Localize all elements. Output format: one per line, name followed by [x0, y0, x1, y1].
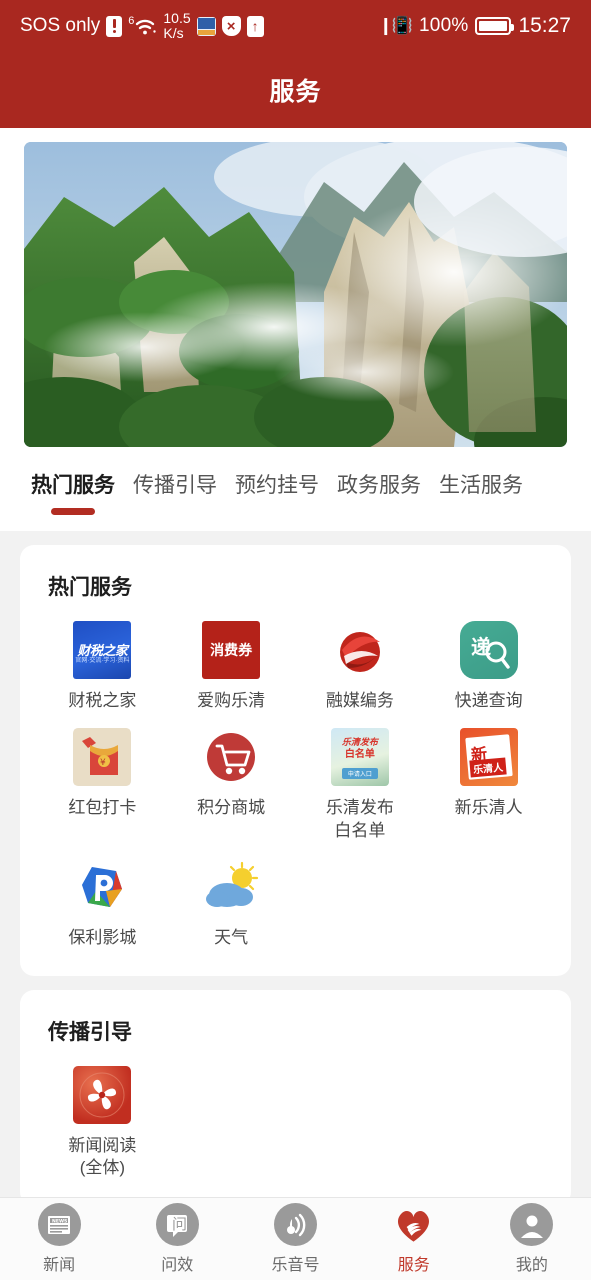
- battery-percent-label: 100%: [419, 15, 469, 36]
- leqingfabu-baimingdan-app-icon: 乐清发布 白名单申请入口: [330, 728, 389, 787]
- service-tile-label: 积分商城: [197, 798, 266, 818]
- tab-2[interactable]: 预约挂号: [226, 469, 328, 515]
- network-speed-unit: K/s: [163, 25, 184, 41]
- section-title: 传播引导: [48, 1020, 132, 1044]
- status-bar-left: SOS only 6 10.5 K/s: [20, 11, 379, 40]
- service-tile[interactable]: ¥ 红包打卡: [38, 728, 167, 842]
- network-speed-value: 10.5: [163, 10, 191, 27]
- carrier-label: SOS only: [20, 15, 101, 36]
- category-tabs[interactable]: 热门服务 传播引导 预约挂号 政务服务 生活服务: [0, 447, 591, 531]
- icon-text-line1: 乐清发布: [341, 737, 378, 748]
- service-tile[interactable]: 乐清发布 白名单申请入口乐清发布 白名单: [296, 728, 425, 842]
- feedback-bubble-icon: 问: [155, 1203, 199, 1246]
- service-tile[interactable]: 积分商城: [167, 728, 296, 842]
- upload-arrow-icon: [246, 15, 264, 37]
- service-grid: 新闻阅读 (全体): [38, 1065, 553, 1180]
- service-tile-label: 财税之家: [68, 691, 137, 710]
- bottom-navigation[interactable]: NEWS 新闻问问效 乐音号 服务 我的: [0, 1197, 591, 1280]
- clock-label: 15:27: [518, 14, 571, 37]
- jifenshangcheng-app-icon: [202, 728, 261, 787]
- shield-blocked-icon: [221, 16, 241, 36]
- svg-text:问: 问: [172, 1215, 187, 1233]
- hero-banner-image[interactable]: [24, 142, 567, 447]
- kuaidichaxun-app-icon: 递: [459, 621, 518, 679]
- page-title: 服务: [269, 78, 322, 106]
- nav-item-label: 乐音号: [271, 1257, 320, 1274]
- service-tile[interactable]: 保利影城: [38, 858, 167, 949]
- banner-container: [0, 128, 591, 447]
- xinleqingren-app-icon: 新乐清人: [459, 728, 518, 787]
- service-tile-label: 快递查询: [454, 691, 523, 710]
- baoliyingcheng-app-icon: [73, 858, 132, 917]
- tab-3[interactable]: 政务服务: [328, 469, 430, 515]
- nav-item-1[interactable]: 问问效: [118, 1203, 236, 1275]
- hongbaodaka-app-icon: ¥: [73, 728, 132, 787]
- page-header: 服务: [0, 52, 591, 128]
- service-tile[interactable]: 天气: [167, 858, 296, 949]
- nav-item-4[interactable]: 我的: [473, 1203, 591, 1275]
- service-tile[interactable]: 递快递查询: [424, 621, 553, 712]
- tab-label: 传播引导: [133, 474, 217, 497]
- battery-full-icon: [475, 17, 515, 35]
- rongmeibianwu-app-icon: [330, 621, 389, 679]
- tab-1[interactable]: 传播引导: [124, 469, 226, 515]
- tab-label: 生活服务: [439, 474, 523, 497]
- status-bar: SOS only 6 10.5 K/s ❙📳 100% 15:27: [0, 0, 591, 52]
- nav-item-label: 我的: [515, 1257, 548, 1274]
- svg-text:¥: ¥: [100, 758, 106, 768]
- wifi-icon: 6: [128, 16, 157, 36]
- tab-active-underline: [51, 508, 95, 515]
- svg-text:NEWS: NEWS: [52, 1218, 67, 1224]
- nav-item-label: 服务: [397, 1257, 430, 1274]
- tab-4[interactable]: 生活服务: [430, 469, 532, 515]
- app-notification-icon: [196, 16, 216, 36]
- service-tile-label: 融媒编务: [325, 691, 394, 710]
- service-tile-label: 乐清发布 白名单: [325, 798, 394, 840]
- tab-label: 预约挂号: [235, 474, 319, 497]
- vibrate-icon: ❙📳: [378, 16, 413, 35]
- nav-item-label: 问效: [161, 1257, 194, 1274]
- service-tile[interactable]: 财税之家 官网·交流·学习·资料财税之家: [38, 621, 167, 712]
- service-tile[interactable]: 融媒编务: [296, 621, 425, 712]
- tab-label: 热门服务: [31, 474, 115, 497]
- icon-text-secondary: 官网·交流·学习·资料: [75, 658, 130, 664]
- icon-text-line2: 白名单: [344, 749, 375, 761]
- service-sections: 热门服务 财税之家 官网·交流·学习·资料 财税之家 消费券 爱购乐清 融媒编务递快递查询 ¥…: [0, 531, 591, 1206]
- service-tile-label: 爱购乐清: [197, 691, 266, 710]
- nav-item-2[interactable]: 乐音号: [236, 1203, 354, 1275]
- caishuizhijia-app-icon: 财税之家 官网·交流·学习·资料: [73, 621, 132, 679]
- tab-0[interactable]: 热门服务: [22, 469, 124, 515]
- service-tile[interactable]: 新闻阅读 (全体): [38, 1065, 167, 1180]
- aigouleqing-app-icon: 消费券: [202, 621, 261, 679]
- xinwenyuedu-app-icon: [73, 1065, 132, 1124]
- section-title: 热门服务: [48, 576, 132, 599]
- service-card-1: 传播引导新闻阅读 (全体): [20, 989, 571, 1206]
- icon-text-primary: 消费券: [210, 642, 253, 658]
- service-tile[interactable]: 新乐清人 新乐清人: [424, 728, 553, 842]
- tianqi-app-icon: [202, 858, 261, 917]
- service-tile-label: 红包打卡: [68, 798, 137, 818]
- heart-hand-service-icon: [392, 1203, 435, 1246]
- status-bar-right: ❙📳 100% 15:27: [379, 14, 571, 38]
- nav-item-label: 新闻: [43, 1257, 76, 1274]
- network-speed: 10.5 K/s: [163, 11, 190, 40]
- news-icon: NEWS: [37, 1203, 81, 1246]
- warning-icon: [106, 15, 123, 37]
- audio-wave-icon: [274, 1203, 317, 1246]
- icon-badge: 申请入口: [341, 768, 378, 780]
- service-tile-label: 保利影城: [68, 928, 137, 948]
- user-profile-icon: [510, 1203, 554, 1246]
- tab-label: 政务服务: [337, 474, 421, 497]
- service-card-0: 热门服务 财税之家 官网·交流·学习·资料 财税之家 消费券 爱购乐清 融媒编务递快递查询 ¥…: [20, 545, 571, 976]
- nav-item-3[interactable]: 服务: [355, 1203, 473, 1275]
- service-grid: 财税之家 官网·交流·学习·资料 财税之家 消费券 爱购乐清 融媒编务递快递查询 ¥ 红包打卡…: [38, 621, 553, 950]
- service-tile-label: 新乐清人: [454, 798, 523, 818]
- service-tile[interactable]: 消费券 爱购乐清: [167, 621, 296, 712]
- service-tile-label: 天气: [214, 928, 249, 948]
- service-tile-label: 新闻阅读 (全体): [68, 1135, 137, 1178]
- nav-item-0[interactable]: NEWS 新闻: [0, 1203, 118, 1275]
- network-gen-label: 6: [128, 15, 135, 27]
